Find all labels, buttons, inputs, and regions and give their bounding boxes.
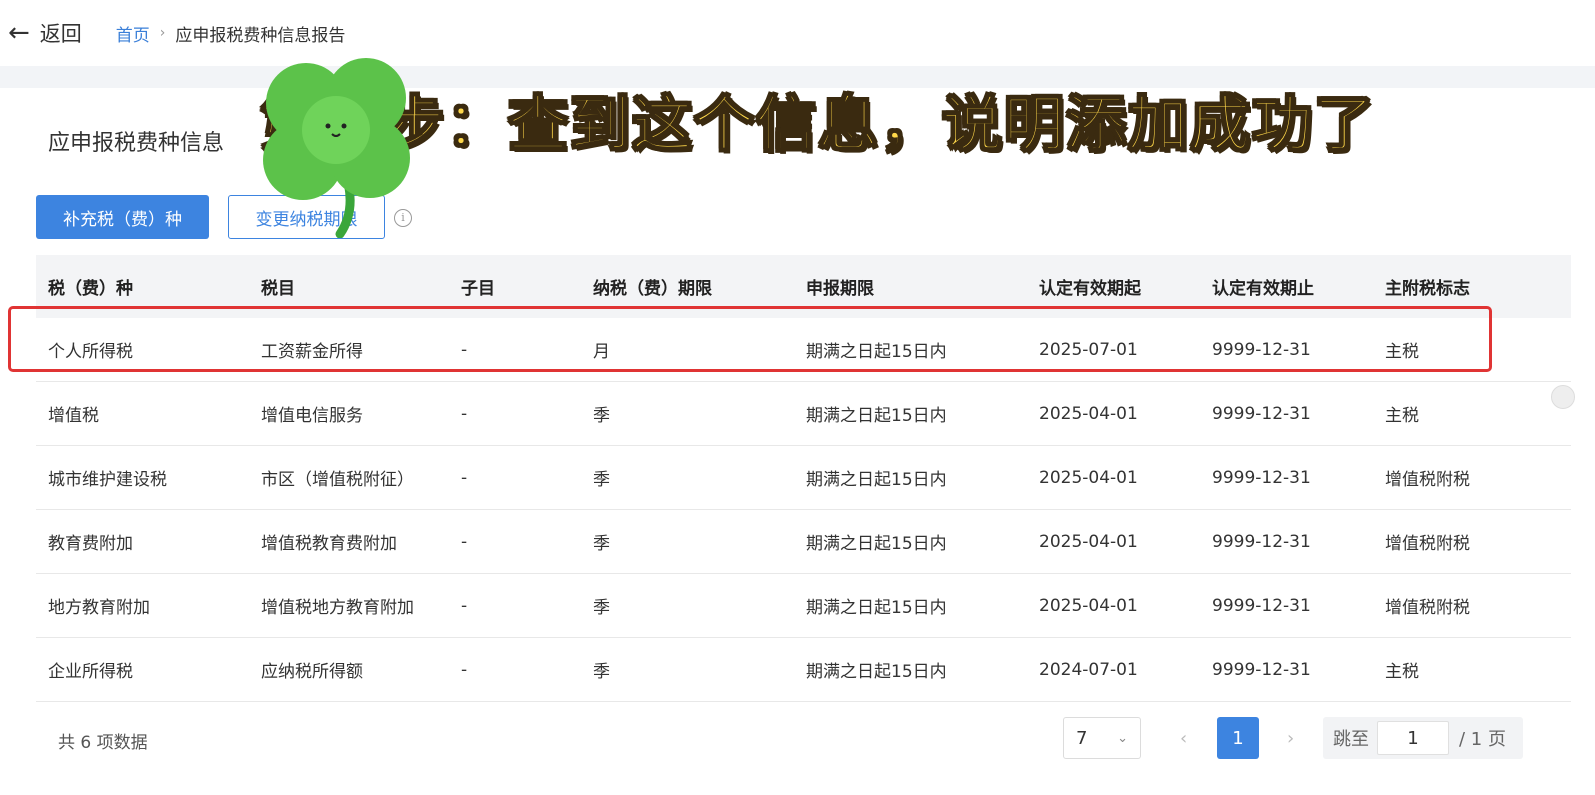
table-cell: 增值电信服务: [261, 406, 363, 426]
column-header: 认定有效期起: [1039, 279, 1141, 299]
chevron-down-icon: ⌄: [1117, 730, 1128, 746]
page-size-value: 7: [1076, 727, 1088, 749]
arrow-left-icon: ←: [8, 18, 30, 48]
breadcrumb-home-link[interactable]: 首页: [116, 21, 150, 46]
table-cell: 2025-04-01: [1039, 403, 1138, 424]
table-cell: 2025-04-01: [1039, 595, 1138, 616]
table-cell: -: [461, 531, 468, 552]
table-cell: -: [461, 595, 468, 616]
table-cell: 增值税附税: [1385, 598, 1470, 618]
breadcrumb-current: 应申报税费种信息报告: [175, 25, 346, 46]
table-row: 城市维护建设税 市区（增值税附征） - 季 期满之日起15日内 2025-04-…: [36, 446, 1571, 510]
table-cell: 期满之日起15日内: [806, 534, 947, 554]
table-cell: 应纳税所得额: [261, 662, 363, 682]
table-cell: 市区（增值税附征）: [261, 470, 414, 490]
jump-page-input[interactable]: 1: [1377, 721, 1449, 755]
page-button-current[interactable]: 1: [1217, 717, 1259, 759]
table-cell: 期满之日起15日内: [806, 470, 947, 490]
table-row: 教育费附加 增值税教育费附加 - 季 期满之日起15日内 2025-04-01 …: [36, 510, 1571, 574]
total-pages: / 1 页: [1459, 729, 1506, 750]
add-tax-type-button[interactable]: 补充税（费）种: [36, 195, 209, 239]
table-cell: 9999-12-31: [1212, 467, 1311, 488]
table-cell: 季: [593, 662, 610, 682]
total-count: 共 6 项数据: [58, 733, 148, 753]
table-cell: 城市维护建设税: [48, 470, 167, 490]
table-cell: 9999-12-31: [1212, 531, 1311, 552]
highlight-annotation-box: [8, 306, 1492, 372]
table-cell: -: [461, 659, 468, 680]
table-cell: 增值税教育费附加: [261, 534, 397, 554]
table-cell: 9999-12-31: [1212, 403, 1311, 424]
table-cell: 增值税附税: [1385, 470, 1470, 490]
table-cell: 2024-07-01: [1039, 659, 1138, 680]
column-header: 子目: [461, 279, 495, 299]
column-header: 税目: [261, 279, 295, 299]
column-header: 主附税标志: [1385, 279, 1470, 299]
table-row: 增值税 增值电信服务 - 季 期满之日起15日内 2025-04-01 9999…: [36, 382, 1571, 446]
table-cell: 增值税地方教育附加: [261, 598, 414, 618]
table-row: 地方教育附加 增值税地方教育附加 - 季 期满之日起15日内 2025-04-0…: [36, 574, 1571, 638]
table-cell: 季: [593, 598, 610, 618]
table-cell: 教育费附加: [48, 534, 133, 554]
side-scroll-handle[interactable]: [1551, 385, 1575, 409]
clover-sticker-icon: [263, 58, 410, 238]
table-cell: -: [461, 467, 468, 488]
back-label: 返回: [39, 22, 82, 46]
prev-page-button[interactable]: ‹: [1180, 728, 1187, 749]
back-button[interactable]: ← 返回: [8, 18, 82, 48]
table-cell: 2025-04-01: [1039, 531, 1138, 552]
table-cell: 9999-12-31: [1212, 659, 1311, 680]
table-cell: 期满之日起15日内: [806, 662, 947, 682]
table-cell: 期满之日起15日内: [806, 598, 947, 618]
table-cell: 地方教育附加: [48, 598, 150, 618]
table-cell: 9999-12-31: [1212, 595, 1311, 616]
jump-label: 跳至: [1333, 729, 1369, 750]
table-cell: 增值税: [48, 406, 99, 426]
table-cell: 主税: [1385, 406, 1419, 426]
column-header: 税（费）种: [48, 279, 133, 299]
table-cell: 2025-04-01: [1039, 467, 1138, 488]
table-cell: -: [461, 403, 468, 424]
table-cell: 季: [593, 406, 610, 426]
column-header: 纳税（费）期限: [593, 279, 712, 299]
table-cell: 期满之日起15日内: [806, 406, 947, 426]
next-page-button[interactable]: ›: [1287, 728, 1294, 749]
top-bar: ← 返回 首页 › 应申报税费种信息报告: [0, 0, 1595, 67]
column-header: 认定有效期止: [1212, 279, 1314, 299]
table-cell: 季: [593, 534, 610, 554]
page-size-select[interactable]: 7 ⌄: [1063, 717, 1141, 759]
chevron-right-icon: ›: [159, 25, 166, 41]
breadcrumb: 首页 › 应申报税费种信息报告: [116, 21, 346, 46]
table-row: 企业所得税 应纳税所得额 - 季 期满之日起15日内 2024-07-01 99…: [36, 638, 1571, 702]
page-jumper: 跳至 1 / 1 页: [1323, 717, 1523, 759]
table-cell: 季: [593, 470, 610, 490]
table-cell: 增值税附税: [1385, 534, 1470, 554]
table-cell: 企业所得税: [48, 662, 133, 682]
table-cell: 主税: [1385, 662, 1419, 682]
section-title: 应申报税费种信息: [48, 131, 225, 156]
column-header: 申报期限: [806, 279, 874, 299]
